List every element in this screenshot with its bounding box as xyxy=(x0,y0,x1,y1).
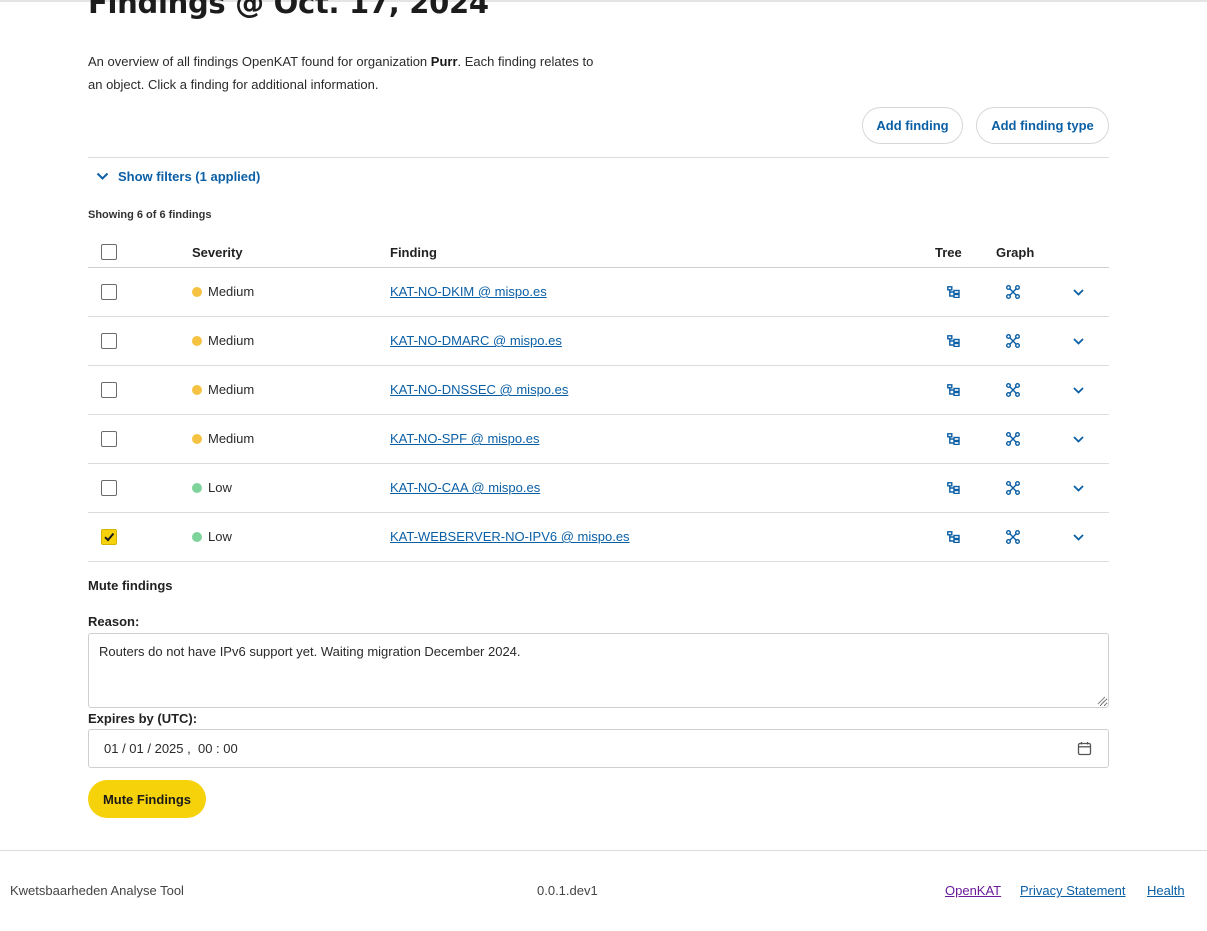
footer-link-health[interactable]: Health xyxy=(1147,883,1185,898)
severity-dot-icon xyxy=(192,531,202,542)
row-checkbox[interactable] xyxy=(101,333,117,349)
footer-link-openkat[interactable]: OpenKAT xyxy=(945,883,1001,898)
chevron-down-icon[interactable] xyxy=(1069,479,1087,497)
severity-label: Medium xyxy=(208,333,255,348)
show-filters-toggle[interactable]: Show filters (1 applied) xyxy=(96,166,260,186)
severity-label: Low xyxy=(208,480,232,495)
footer-app-name: Kwetsbaarheden Analyse Tool xyxy=(10,883,184,898)
graph-icon[interactable] xyxy=(1004,283,1022,301)
expires-label: Expires by (UTC): xyxy=(88,711,198,726)
tree-icon[interactable] xyxy=(944,528,962,546)
expires-value: 01 / 01 / 2025 , 00 : 00 xyxy=(104,741,238,756)
tree-icon[interactable] xyxy=(944,479,962,497)
finding-link[interactable]: KAT-NO-DKIM @ mispo.es xyxy=(390,284,547,299)
severity-dot-icon xyxy=(192,433,202,444)
severity-badge: Medium xyxy=(192,333,254,348)
graph-header: Graph xyxy=(996,245,1035,260)
finding-link[interactable]: KAT-NO-CAA @ mispo.es xyxy=(390,480,540,495)
graph-icon[interactable] xyxy=(1004,332,1022,350)
severity-label: Medium xyxy=(208,284,255,299)
severity-dot-icon xyxy=(192,482,202,493)
divider xyxy=(88,157,1109,158)
calendar-icon[interactable] xyxy=(1077,741,1092,756)
select-all-checkbox[interactable] xyxy=(101,244,117,260)
expires-datetime-input[interactable]: 01 / 01 / 2025 , 00 : 00 xyxy=(88,729,1109,768)
chevron-down-icon xyxy=(96,172,109,180)
row-divider xyxy=(88,316,1109,317)
severity-badge: Low xyxy=(192,529,232,544)
footer-link-privacy[interactable]: Privacy Statement xyxy=(1020,883,1126,898)
graph-icon[interactable] xyxy=(1004,528,1022,546)
table-header-divider xyxy=(88,267,1109,268)
severity-dot-icon xyxy=(192,335,202,346)
chevron-down-icon[interactable] xyxy=(1069,332,1087,350)
finding-link[interactable]: KAT-WEBSERVER-NO-IPV6 @ mispo.es xyxy=(390,529,630,544)
severity-dot-icon xyxy=(192,286,202,297)
finding-header: Finding xyxy=(390,245,437,260)
page-intro: An overview of all findings OpenKAT foun… xyxy=(88,50,608,96)
severity-header: Severity xyxy=(192,245,243,260)
reason-textarea[interactable]: Routers do not have IPv6 support yet. Wa… xyxy=(88,633,1109,708)
row-checkbox[interactable] xyxy=(101,284,117,300)
footer-divider xyxy=(0,850,1207,851)
row-divider xyxy=(88,414,1109,415)
findings-count: Showing 6 of 6 findings xyxy=(88,209,212,221)
tree-header: Tree xyxy=(935,245,962,260)
add-finding-button[interactable]: Add finding xyxy=(862,107,963,144)
finding-link[interactable]: KAT-NO-DNSSEC @ mispo.es xyxy=(390,382,568,397)
severity-label: Medium xyxy=(208,431,255,446)
chevron-down-icon[interactable] xyxy=(1069,283,1087,301)
chevron-down-icon[interactable] xyxy=(1069,528,1087,546)
finding-link[interactable]: KAT-NO-SPF @ mispo.es xyxy=(390,431,539,446)
severity-badge: Low xyxy=(192,480,232,495)
severity-label: Medium xyxy=(208,382,255,397)
row-checkbox[interactable] xyxy=(101,431,117,447)
row-checkbox[interactable] xyxy=(101,480,117,496)
graph-icon[interactable] xyxy=(1004,430,1022,448)
graph-icon[interactable] xyxy=(1004,479,1022,497)
finding-link[interactable]: KAT-NO-DMARC @ mispo.es xyxy=(390,333,562,348)
footer-version: 0.0.1.dev1 xyxy=(537,883,598,898)
intro-prefix: An overview of all findings OpenKAT foun… xyxy=(88,54,431,69)
show-filters-label: Show filters (1 applied) xyxy=(118,168,261,184)
row-divider xyxy=(88,561,1109,562)
row-checkbox[interactable] xyxy=(101,529,117,545)
tree-icon[interactable] xyxy=(944,381,962,399)
severity-badge: Medium xyxy=(192,284,254,299)
row-divider xyxy=(88,463,1109,464)
tree-icon[interactable] xyxy=(944,283,962,301)
mute-findings-button[interactable]: Mute Findings xyxy=(88,780,206,818)
organization-name: Purr xyxy=(430,54,458,69)
mute-findings-title: Mute findings xyxy=(88,578,173,593)
row-divider xyxy=(88,512,1109,513)
tree-icon[interactable] xyxy=(944,332,962,350)
row-checkbox[interactable] xyxy=(101,382,117,398)
severity-badge: Medium xyxy=(192,431,254,446)
chevron-down-icon[interactable] xyxy=(1069,430,1087,448)
page-title: Findings @ Oct. 17, 2024 xyxy=(88,0,489,20)
tree-icon[interactable] xyxy=(944,430,962,448)
severity-badge: Medium xyxy=(192,382,254,397)
add-finding-type-button[interactable]: Add finding type xyxy=(976,107,1109,144)
resize-grip-icon[interactable] xyxy=(1096,695,1106,705)
row-divider xyxy=(88,365,1109,366)
severity-label: Low xyxy=(208,529,232,544)
chevron-down-icon[interactable] xyxy=(1069,381,1087,399)
reason-label: Reason: xyxy=(88,614,140,629)
severity-dot-icon xyxy=(192,384,202,395)
graph-icon[interactable] xyxy=(1004,381,1022,399)
